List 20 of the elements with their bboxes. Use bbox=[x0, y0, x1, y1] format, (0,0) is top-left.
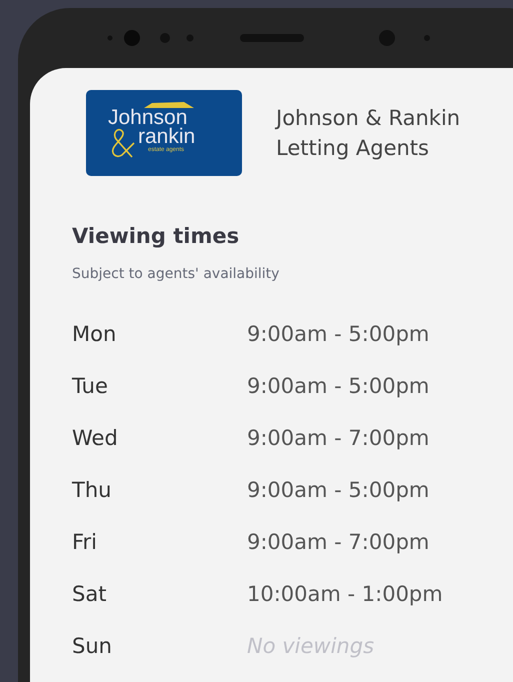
section-title: Viewing times bbox=[72, 224, 240, 248]
roof-icon bbox=[144, 102, 194, 108]
agent-name: Johnson & Rankin bbox=[276, 105, 460, 132]
day-label: Mon bbox=[72, 322, 118, 346]
day-label: Sun bbox=[72, 634, 113, 658]
day-label: Thu bbox=[72, 478, 112, 502]
hours-text: 9:00am - 5:00pm bbox=[247, 322, 430, 346]
day-label: Wed bbox=[72, 426, 119, 450]
day-label: Fri bbox=[72, 530, 98, 554]
hours-text: 9:00am - 7:00pm bbox=[247, 426, 430, 450]
day-label: Sat bbox=[72, 582, 108, 606]
hours-text: 9:00am - 5:00pm bbox=[247, 374, 430, 398]
availability-note: Subject to agents' availability bbox=[72, 266, 280, 282]
logo-text: Johnson bbox=[108, 108, 188, 127]
hours-text: 9:00am - 7:00pm bbox=[247, 530, 430, 554]
hours-text: 10:00am - 1:00pm bbox=[247, 582, 443, 606]
logo-text: rankin bbox=[138, 127, 196, 146]
day-label: Tue bbox=[72, 374, 109, 398]
hours-text: 9:00am - 5:00pm bbox=[247, 478, 430, 502]
agent-type: Letting Agents bbox=[276, 135, 430, 162]
